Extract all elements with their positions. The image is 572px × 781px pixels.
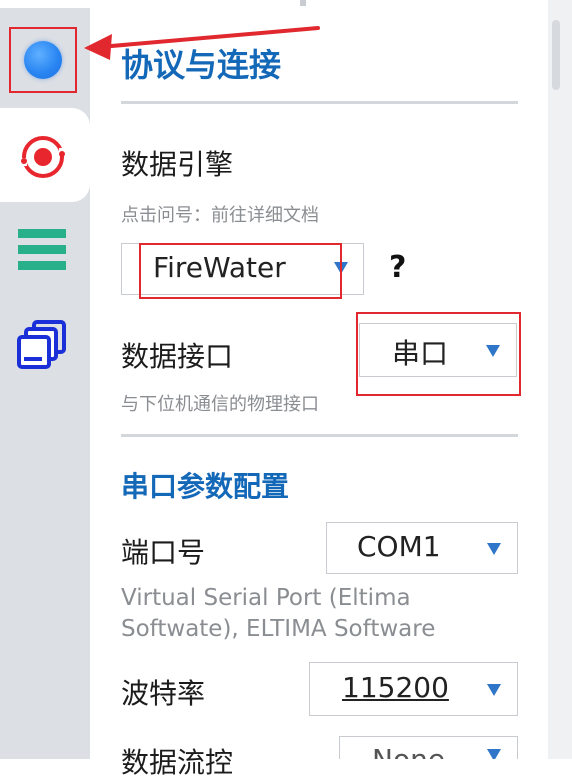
engine-label: 数据引擎 [121,148,234,181]
sidebar [0,0,90,759]
top-edge-mark [300,0,306,6]
port-select-value: COM1 [357,530,441,563]
flow-select-value: None [372,743,445,759]
highlight-box-interface [356,312,521,396]
menu-lines-icon[interactable] [18,226,68,274]
help-question-icon[interactable]: ? [389,250,406,285]
baud-label: 波特率 [121,677,206,710]
baud-select[interactable]: 115200 [309,662,518,716]
divider-middle [121,434,518,437]
target-icon[interactable] [16,130,70,184]
port-hint-line2: Softwate), ELTIMA Software [121,616,436,642]
flow-select[interactable]: None [339,736,518,759]
highlight-box-engine [139,243,342,299]
port-hint-line1: Virtual Serial Port (Eltima [121,585,411,611]
chevron-down-icon [487,543,501,555]
serial-section-title: 串口参数配置 [121,470,290,503]
baud-select-value: 115200 [342,671,449,704]
interface-label: 数据接口 [121,340,234,373]
chevron-down-icon [487,749,501,759]
chevron-down-icon [487,684,501,696]
sidebar-top-gap [0,0,90,8]
scrollbar-track[interactable] [548,0,572,759]
interface-hint: 与下位机通信的物理接口 [121,394,319,415]
port-label: 端口号 [121,536,206,569]
highlight-box-logo [9,27,77,93]
port-select[interactable]: COM1 [326,522,518,574]
divider-top [121,101,518,104]
flow-label: 数据流控 [121,746,234,779]
engine-hint: 点击问号：前往详细文档 [121,205,319,226]
scrollbar-thumb[interactable] [552,20,560,90]
page-title: 协议与连接 [121,46,282,84]
copy-window-icon[interactable] [16,318,70,370]
port-hint: Virtual Serial Port (Eltima Softwate), E… [121,583,435,645]
